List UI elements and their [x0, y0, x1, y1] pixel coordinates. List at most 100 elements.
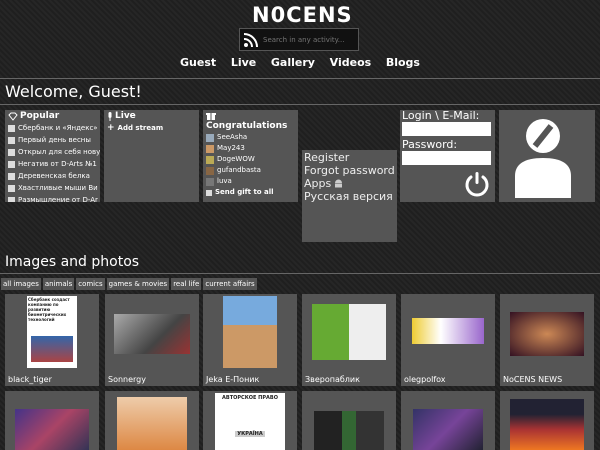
gallery-tile[interactable]: Зверопаблик: [302, 294, 396, 386]
thumbnail-text: Сбербанк создаст компанию по развитию би…: [28, 297, 70, 322]
add-stream-link[interactable]: + Add stream: [104, 122, 199, 134]
tag-all-images[interactable]: all images: [1, 278, 41, 290]
apps-label: Apps: [304, 177, 332, 190]
user-name: luva: [217, 177, 232, 185]
password-field[interactable]: [402, 151, 491, 165]
thumbnail: [114, 314, 190, 354]
welcome-heading: Welcome, Guest!: [5, 82, 142, 101]
tag-current-affairs[interactable]: current affairs: [203, 278, 257, 290]
send-gift-label: Send gift to all: [215, 188, 274, 196]
image-icon: [8, 124, 15, 132]
list-item[interactable]: SeeAsha: [206, 132, 298, 143]
thumbnail: [223, 296, 277, 368]
russian-version-link[interactable]: Русская версия: [304, 190, 395, 203]
list-item[interactable]: Деревенская белка: [8, 170, 100, 182]
thumbnail: [314, 411, 384, 450]
send-gift-link[interactable]: Send gift to all: [206, 187, 298, 198]
user-name: gufandbasta: [217, 166, 261, 174]
gallery-tile[interactable]: [105, 391, 199, 450]
gallery-tile[interactable]: [302, 391, 396, 450]
rss-icon: [243, 32, 258, 47]
password-label: Password:: [402, 138, 458, 151]
image-icon: [8, 148, 15, 156]
avatar: [206, 155, 214, 164]
site-logo[interactable]: N0CENS: [252, 4, 352, 26]
thumbnail: АВТОРСКОЕ ПРАВО УКРАЇНА: [215, 393, 285, 450]
popular-item-label: Первый день весны: [18, 136, 91, 144]
congrats-list: SeeAsha May243 DogeWOW gufandbasta luva …: [203, 132, 298, 198]
gift-icon: [206, 113, 216, 120]
tile-author: Зверопаблик: [305, 375, 360, 384]
nav-gallery[interactable]: Gallery: [271, 56, 315, 69]
guest-avatar-icon: [515, 119, 571, 198]
list-item[interactable]: Негатив от D-Arts №1: [8, 158, 100, 170]
image-icon: [8, 160, 15, 168]
forgot-password-link[interactable]: Forgot password: [304, 164, 395, 177]
tile-author: Jeka E-Поник: [206, 375, 260, 384]
thumbnail: Сбербанк создаст компанию по развитию би…: [27, 296, 77, 368]
gallery-tile[interactable]: Сбербанк создаст компанию по развитию би…: [5, 294, 99, 386]
register-link[interactable]: Register: [304, 151, 395, 164]
list-item[interactable]: luva: [206, 176, 298, 187]
main-nav: Guest Live Gallery Videos Blogs: [180, 56, 420, 69]
gallery-tile[interactable]: [500, 391, 594, 450]
gallery-tile[interactable]: Jeka E-Поник: [203, 294, 297, 386]
power-icon[interactable]: [463, 170, 491, 198]
popular-item-label: Открыл для себя нову: [18, 148, 100, 156]
popular-item-label: Деревенская белка: [18, 172, 90, 180]
links-panel: Register Forgot password Apps Русская ве…: [302, 150, 397, 242]
tag-games-movies[interactable]: games & movies: [106, 278, 170, 290]
live-header[interactable]: Live: [104, 110, 199, 122]
email-field[interactable]: [402, 122, 491, 136]
apps-link[interactable]: Apps: [304, 177, 395, 190]
popular-panel: Popular Сбербанк и «Яндекс» Первый день …: [5, 110, 100, 202]
add-stream-label: Add stream: [117, 124, 164, 132]
nav-live[interactable]: Live: [231, 56, 256, 69]
popular-item-label: Сбербанк и «Яндекс»: [18, 124, 98, 132]
thumbnail: [15, 409, 89, 450]
thumbnail: [117, 397, 187, 450]
tag-animals[interactable]: animals: [42, 278, 75, 290]
congrats-title: Congratulations: [206, 121, 288, 131]
gallery-tile[interactable]: Sonnergy: [105, 294, 199, 386]
plus-icon: +: [107, 123, 115, 133]
nav-guest[interactable]: Guest: [180, 56, 216, 69]
search-input[interactable]: [263, 35, 353, 44]
gallery-tile[interactable]: [5, 391, 99, 450]
popular-header[interactable]: Popular: [5, 110, 100, 122]
list-item[interactable]: Размышление от D-Ar: [8, 194, 100, 202]
gallery-tile[interactable]: АВТОРСКОЕ ПРАВО УКРАЇНА: [203, 391, 297, 450]
live-panel: Live + Add stream: [104, 110, 199, 202]
list-item[interactable]: May243: [206, 143, 298, 154]
avatar: [206, 133, 214, 142]
thumbnail: [510, 312, 584, 356]
avatar: [206, 166, 214, 175]
search-box[interactable]: [239, 28, 359, 51]
thumbnail: [510, 399, 584, 450]
nav-blogs[interactable]: Blogs: [386, 56, 420, 69]
list-item[interactable]: Сбербанк и «Яндекс»: [8, 122, 100, 134]
image-icon: [8, 136, 15, 144]
list-item[interactable]: Хвастливые мыши Ви: [8, 182, 100, 194]
list-item[interactable]: Открыл для себя нову: [8, 146, 100, 158]
avatar: [206, 144, 214, 153]
tag-comics[interactable]: comics: [76, 278, 105, 290]
nav-videos[interactable]: Videos: [330, 56, 372, 69]
gallery-tile[interactable]: [401, 391, 495, 450]
gallery-tile[interactable]: NoCENS NEWS: [500, 294, 594, 386]
gallery-tile[interactable]: olegpolfox: [401, 294, 495, 386]
tile-author: NoCENS NEWS: [503, 375, 563, 384]
divider: [0, 273, 600, 274]
thumbnail: [312, 304, 386, 360]
user-name: SeeAsha: [217, 133, 248, 141]
list-item[interactable]: DogeWOW: [206, 154, 298, 165]
guest-avatar-panel: [499, 110, 595, 202]
tag-real-life[interactable]: real life: [171, 278, 202, 290]
tile-author: olegpolfox: [404, 375, 446, 384]
list-item[interactable]: gufandbasta: [206, 165, 298, 176]
thumbnail: [413, 409, 483, 450]
list-item[interactable]: Первый день весны: [8, 134, 100, 146]
tile-author: black_tiger: [8, 375, 52, 384]
popular-item-label: Размышление от D-Ar: [18, 196, 98, 202]
avatar: [206, 177, 214, 186]
